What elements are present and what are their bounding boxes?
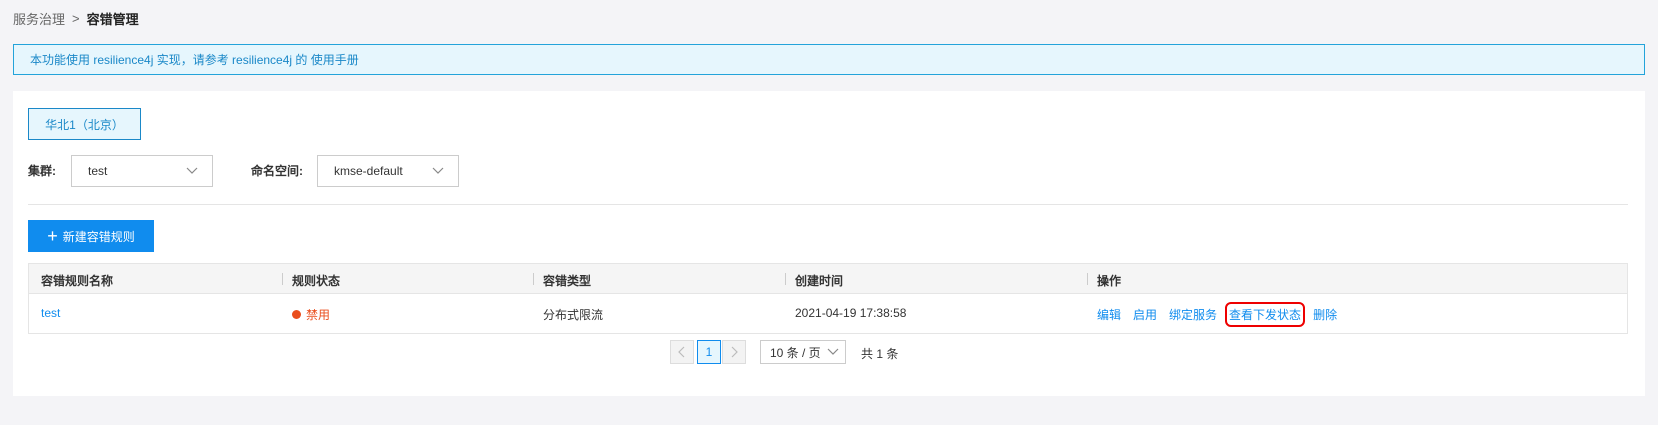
rule-type: 分布式限流 bbox=[543, 308, 604, 322]
namespace-label: 命名空间: bbox=[251, 164, 303, 178]
rules-table: 容错规则名称 规则状态 容错类型 创建时间 操作 test 禁用 分布式限流 2… bbox=[28, 263, 1628, 334]
namespace-select[interactable]: kmse-default bbox=[317, 155, 459, 187]
edit-action[interactable]: 编辑 bbox=[1097, 306, 1121, 323]
column-divider bbox=[282, 273, 283, 285]
row-actions: 编辑 启用 绑定服务 查看下发状态 删除 bbox=[1097, 302, 1349, 327]
page-size-value: 10 条 / 页 bbox=[770, 345, 821, 360]
view-dispatch-status-action[interactable]: 查看下发状态 bbox=[1225, 302, 1306, 327]
breadcrumb-separator: > bbox=[72, 11, 80, 26]
column-divider bbox=[1087, 273, 1088, 285]
enable-action[interactable]: 启用 bbox=[1133, 306, 1157, 323]
column-header-status: 规则状态 bbox=[292, 274, 341, 288]
column-divider bbox=[533, 273, 534, 285]
bind-service-action[interactable]: 绑定服务 bbox=[1169, 306, 1217, 323]
rule-name-link[interactable]: test bbox=[41, 306, 60, 320]
column-header-name: 容错规则名称 bbox=[41, 274, 114, 288]
add-rule-label: 新建容错规则 bbox=[62, 229, 135, 244]
divider bbox=[28, 204, 1628, 205]
total-count: 共 1 条 bbox=[861, 347, 899, 361]
cluster-select[interactable]: test bbox=[71, 155, 213, 187]
plus-icon: + bbox=[47, 226, 58, 246]
main-card: 华北1（北京） 集群: test 命名空间: kmse-default + 新建… bbox=[13, 91, 1645, 396]
created-time: 2021-04-19 17:38:58 bbox=[795, 306, 907, 320]
table-header: 容错规则名称 规则状态 容错类型 创建时间 操作 bbox=[29, 264, 1627, 294]
prev-page-button[interactable] bbox=[670, 340, 694, 364]
column-divider bbox=[785, 273, 786, 285]
status-dot-icon bbox=[292, 310, 301, 319]
column-header-actions: 操作 bbox=[1097, 274, 1122, 288]
cluster-select-value: test bbox=[88, 164, 108, 178]
info-notice: 本功能使用 resilience4j 实现，请参考 resilience4j 的… bbox=[13, 44, 1645, 75]
table-row: test 禁用 分布式限流 2021-04-19 17:38:58 编辑 启用 … bbox=[29, 294, 1627, 333]
next-page-button[interactable] bbox=[722, 340, 746, 364]
status-badge: 禁用 bbox=[292, 306, 330, 323]
breadcrumb: 服务治理 > 容错管理 bbox=[13, 9, 139, 28]
region-tab-beijing[interactable]: 华北1（北京） bbox=[28, 108, 141, 140]
chevron-left-icon bbox=[678, 346, 685, 358]
notice-text: 本功能使用 resilience4j 实现，请参考 resilience4j 的… bbox=[30, 53, 359, 67]
chevron-down-icon bbox=[432, 167, 444, 174]
chevron-down-icon bbox=[827, 348, 839, 355]
column-header-type: 容错类型 bbox=[543, 274, 592, 288]
status-text: 禁用 bbox=[306, 308, 331, 322]
cluster-label: 集群: bbox=[28, 164, 56, 178]
chevron-down-icon bbox=[186, 167, 198, 174]
column-header-created: 创建时间 bbox=[795, 274, 844, 288]
page-size-select[interactable]: 10 条 / 页 bbox=[760, 340, 846, 364]
page-number-button[interactable]: 1 bbox=[697, 340, 721, 364]
delete-action[interactable]: 删除 bbox=[1313, 306, 1337, 323]
namespace-select-value: kmse-default bbox=[334, 164, 403, 178]
add-rule-button[interactable]: + 新建容错规则 bbox=[28, 220, 154, 252]
breadcrumb-parent[interactable]: 服务治理 bbox=[13, 9, 65, 28]
chevron-right-icon bbox=[731, 346, 738, 358]
breadcrumb-current: 容错管理 bbox=[86, 12, 139, 27]
